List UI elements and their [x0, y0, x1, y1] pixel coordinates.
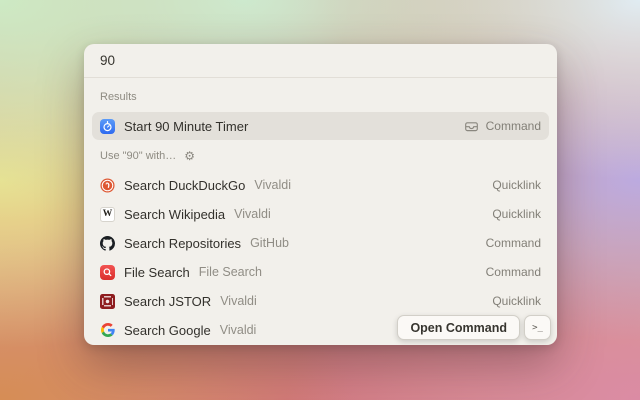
row-title: File Search: [124, 265, 190, 280]
github-icon: [100, 236, 115, 251]
row-type-label: Quicklink: [492, 294, 541, 308]
search-input[interactable]: [100, 53, 541, 68]
wikipedia-icon: W: [100, 207, 115, 222]
file-search-icon: [100, 265, 115, 280]
result-title: Start 90 Minute Timer: [124, 119, 248, 134]
results-header-label: Results: [100, 90, 137, 104]
result-type-label: Command: [486, 119, 541, 133]
google-icon: [100, 323, 115, 338]
suggestion-row-duckduckgo[interactable]: Search DuckDuckGo Vivaldi Quicklink: [92, 171, 549, 199]
drawer-icon: [464, 119, 479, 134]
row-title: Search DuckDuckGo: [124, 178, 245, 193]
open-command-button[interactable]: Open Command: [397, 315, 520, 340]
row-subtitle: Vivaldi: [220, 294, 257, 308]
row-subtitle: GitHub: [250, 236, 289, 250]
result-row-start-timer[interactable]: Start 90 Minute Timer Command: [92, 112, 549, 140]
row-title: Search Repositories: [124, 236, 241, 251]
search-bar: [84, 44, 557, 78]
timer-icon: [100, 119, 115, 134]
row-type-label: Command: [486, 265, 541, 279]
suggestion-row-file-search[interactable]: File Search File Search Command: [92, 258, 549, 286]
row-subtitle: Vivaldi: [234, 207, 271, 221]
row-subtitle: Vivaldi: [220, 323, 257, 337]
use-with-header-label: Use "90" with…: [100, 149, 176, 163]
row-title: Search JSTOR: [124, 294, 211, 309]
gear-icon[interactable]: ⚙: [184, 150, 195, 162]
row-type-label: Command: [486, 236, 541, 250]
row-type-label: Quicklink: [492, 178, 541, 192]
desktop-wallpaper: Results Start 90 Minute Timer: [0, 0, 640, 400]
use-with-section-header: Use "90" with… ⚙: [84, 141, 557, 171]
action-footer: Open Command >_: [397, 315, 551, 340]
row-title: Search Google: [124, 323, 211, 338]
launcher-window: Results Start 90 Minute Timer: [84, 44, 557, 345]
suggestion-row-wikipedia[interactable]: W Search Wikipedia Vivaldi Quicklink: [92, 200, 549, 228]
suggestion-row-jstor[interactable]: Search JSTOR Vivaldi Quicklink: [92, 287, 549, 315]
row-type-label: Quicklink: [492, 207, 541, 221]
jstor-icon: [100, 294, 115, 309]
row-subtitle: File Search: [199, 265, 262, 279]
duckduckgo-icon: [100, 178, 115, 193]
row-title: Search Wikipedia: [124, 207, 225, 222]
results-section-header: Results: [84, 78, 557, 112]
enter-key-hint: >_: [524, 315, 551, 340]
suggestion-row-github[interactable]: Search Repositories GitHub Command: [92, 229, 549, 257]
row-subtitle: Vivaldi: [254, 178, 291, 192]
